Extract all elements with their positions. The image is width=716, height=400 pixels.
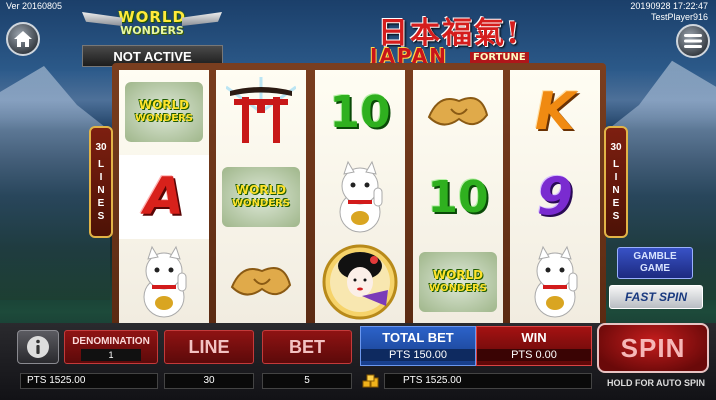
reel-2: WORLD WONDERS (216, 70, 306, 324)
version-label: Ver 20160805 (6, 1, 63, 11)
lines-word: LINES (97, 159, 105, 222)
geisha-icon (322, 244, 398, 320)
reel-4: 10 WORLD WONDERS (413, 70, 503, 324)
symbol-nine: 9 (536, 167, 574, 227)
home-icon (14, 31, 32, 47)
symbol-letter-a: A (119, 155, 209, 239)
total-bet-panel: TOTAL BET PTS 150.00 (360, 326, 476, 366)
gamble-label: GAMBLE (633, 251, 677, 262)
logo-fortune-text: FORTUNE (470, 52, 529, 63)
line-button[interactable]: LINE (164, 330, 254, 364)
bet-value: 5 (262, 373, 352, 389)
win-panel: WIN PTS 0.00 (476, 326, 592, 366)
reel-5: K 9 (510, 70, 600, 324)
coins-icon (360, 373, 382, 389)
lines-badge-left: 30 LINES (89, 126, 113, 238)
total-bet-value: PTS 150.00 (361, 349, 475, 361)
symbol-world-wonders: WORLD WONDERS (119, 70, 209, 154)
denomination-label: DENOMINATION (72, 336, 150, 347)
symbol-lucky-cat (119, 240, 209, 324)
lucky-cat-icon (339, 160, 383, 233)
symbol-fortune-cookie (413, 70, 503, 154)
denomination-selector[interactable]: DENOMINATION 1 (64, 330, 158, 364)
credit-balance-right: PTS 1525.00 (384, 373, 592, 389)
fast-spin-button[interactable]: FAST SPIN (609, 285, 703, 309)
home-button[interactable] (6, 22, 40, 56)
bet-button[interactable]: BET (262, 330, 352, 364)
world-wonders-logo: WORLD WONDERS (82, 6, 222, 40)
win-value: PTS 0.00 (477, 349, 591, 361)
symbol-torii-gate (216, 70, 306, 154)
lines-word: LINES (612, 159, 620, 222)
symbol-lucky-cat (315, 155, 405, 239)
symbol-ten: 10 (427, 171, 489, 223)
spin-button[interactable]: SPIN (597, 323, 709, 373)
symbol-geisha (315, 240, 405, 324)
symbol-fortune-cookie (216, 240, 306, 324)
fortune-cookie-icon (230, 267, 292, 296)
game-screen: Ver 20160805 20190928 17:22:47 TestPlaye… (0, 0, 716, 400)
torii-gate-icon (226, 77, 296, 143)
lucky-cat-icon (534, 245, 578, 318)
logo-wonders-text: WONDERS (120, 23, 184, 37)
symbol-ten: 10 (329, 86, 391, 138)
reel-1: WORLD WONDERS A (119, 70, 209, 324)
menu-icon (684, 34, 702, 48)
gamble-game-button[interactable]: GAMBLE GAME (617, 247, 693, 279)
menu-button[interactable] (676, 24, 710, 58)
total-bet-label: TOTAL BET (382, 330, 454, 345)
datetime-label: 20190928 17:22:47 (630, 1, 708, 11)
wing-right-icon (182, 12, 222, 26)
lines-badge-right: 30 LINES (604, 126, 628, 238)
symbol-world-wonders: WORLD WONDERS (216, 155, 306, 239)
player-name: TestPlayer916 (650, 12, 708, 22)
symbol-lucky-cat (510, 240, 600, 324)
symbol-world-wonders: WORLD WONDERS (413, 240, 503, 324)
reel-3: 10 (315, 70, 405, 324)
japan-fortune-logo: 日本福氣! JAPAN FORTUNE (370, 8, 558, 70)
credit-balance-left: PTS 1525.00 (20, 373, 158, 389)
info-icon (27, 336, 49, 358)
info-button[interactable] (17, 330, 59, 364)
win-label: WIN (521, 330, 547, 345)
auto-spin-hint: HOLD FOR AUTO SPIN (606, 378, 705, 388)
wing-left-icon (82, 12, 122, 26)
symbol-letter-k: K (534, 82, 576, 142)
line-value: 30 (164, 373, 254, 389)
game-label: GAME (640, 263, 670, 274)
lucky-cat-icon (143, 245, 187, 318)
denomination-value: 1 (81, 349, 141, 361)
fortune-cookie-icon (427, 97, 489, 126)
logo-world-text: WORLD (118, 7, 186, 26)
